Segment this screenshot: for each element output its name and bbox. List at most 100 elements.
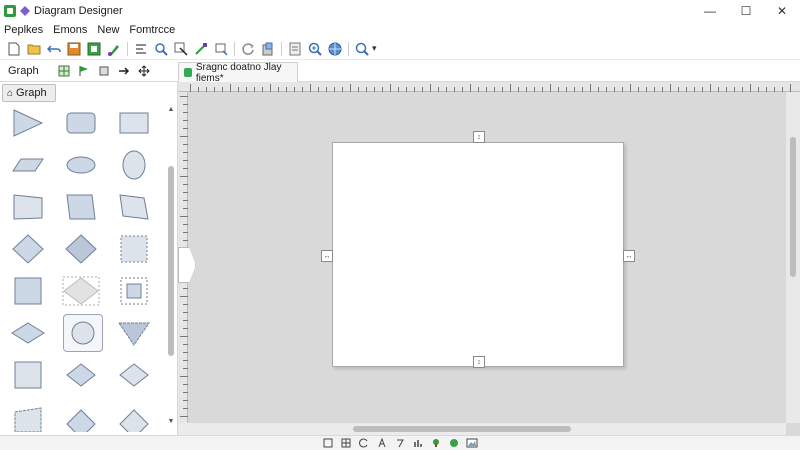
- shape-diamond[interactable]: [8, 230, 48, 268]
- image-icon[interactable]: [465, 437, 479, 449]
- table-icon[interactable]: [339, 437, 353, 449]
- shape-pentagon-partial[interactable]: [8, 398, 48, 434]
- rotate-icon[interactable]: [357, 437, 371, 449]
- save-icon[interactable]: [66, 41, 82, 57]
- ruler-tick: [662, 87, 663, 92]
- paint-icon[interactable]: [106, 41, 122, 57]
- zoom-in-icon[interactable]: [307, 41, 323, 57]
- shape-oval-vertical[interactable]: [114, 146, 154, 184]
- palette-scroll-thumb[interactable]: [168, 166, 174, 356]
- toolbar-separator: [281, 41, 282, 56]
- ruler-tick: [710, 84, 711, 92]
- resize-handle-bottom[interactable]: ↕: [473, 356, 485, 368]
- resize-handle-left[interactable]: ↔: [321, 250, 333, 262]
- minimize-button[interactable]: —: [692, 0, 728, 22]
- shape-square[interactable]: [8, 356, 48, 394]
- save-all-icon[interactable]: [86, 41, 102, 57]
- ruler-tick: [183, 120, 188, 121]
- ruler-tick: [702, 87, 703, 92]
- shape-diamond-partial-2[interactable]: [114, 398, 154, 434]
- horizontal-scroll-thumb[interactable]: [353, 426, 571, 432]
- shape-triangle-right[interactable]: [8, 104, 48, 142]
- shape-diamond-shaded[interactable]: [61, 230, 101, 268]
- menu-item-peplkes[interactable]: Peplkes: [0, 24, 49, 36]
- open-folder-icon[interactable]: [26, 41, 42, 57]
- resize-handle-right[interactable]: ↔: [623, 250, 635, 262]
- document-tab[interactable]: Sragnc doatno Jlay fiems*: [178, 62, 298, 84]
- shape-diamond-partial[interactable]: [61, 398, 101, 434]
- align-icon[interactable]: [133, 41, 149, 57]
- shape-trapezoid-right[interactable]: [114, 188, 154, 226]
- vertical-scrollbar[interactable]: [786, 92, 800, 423]
- clipboard-icon[interactable]: [260, 41, 276, 57]
- ruler-tick: [414, 87, 415, 92]
- arrow-right-icon[interactable]: [115, 63, 133, 79]
- palette-scrollbar[interactable]: ▲ ▼: [167, 106, 175, 426]
- shape-trapezoid-left[interactable]: [8, 188, 48, 226]
- select-arrow-icon[interactable]: [173, 41, 189, 57]
- menu-item-new[interactable]: New: [93, 24, 125, 36]
- ruler-tick: [366, 87, 367, 92]
- undo-icon[interactable]: [46, 41, 62, 57]
- shape-dashed-square-small[interactable]: [114, 272, 154, 310]
- resize-handle-top[interactable]: ↕: [473, 131, 485, 143]
- scroll-up-icon[interactable]: ▲: [167, 106, 175, 113]
- ruler-tick: [774, 87, 775, 92]
- menu-item-emons[interactable]: Emons: [49, 24, 93, 36]
- flag-icon[interactable]: [75, 63, 93, 79]
- text-icon[interactable]: [375, 437, 389, 449]
- layer-icon[interactable]: [447, 437, 461, 449]
- grid-icon[interactable]: [55, 63, 73, 79]
- maximize-button[interactable]: ☐: [728, 0, 764, 22]
- move-icon[interactable]: [135, 63, 153, 79]
- diagram-page[interactable]: ↕ ↔ ↔ ↕: [321, 131, 635, 368]
- link-icon[interactable]: [193, 41, 209, 57]
- shape-diamond-flat[interactable]: [8, 314, 48, 352]
- ruler-tick: [734, 87, 735, 92]
- menu-bar: Peplkes Emons New Fomtrcce: [0, 22, 800, 38]
- shape-triangle-down[interactable]: [114, 314, 154, 352]
- chevron-down-icon[interactable]: ▾: [372, 43, 377, 54]
- scroll-down-icon[interactable]: ▼: [167, 418, 175, 425]
- panel-title: Graph: [8, 64, 39, 77]
- page-icon[interactable]: [287, 41, 303, 57]
- ruler-tick: [558, 87, 559, 92]
- crop-icon[interactable]: [213, 41, 229, 57]
- shape-dashed-square[interactable]: [114, 230, 154, 268]
- zoom-dropdown-icon[interactable]: [354, 41, 370, 57]
- chart-icon[interactable]: [411, 437, 425, 449]
- ruler-tick: [742, 87, 743, 92]
- horizontal-scrollbar[interactable]: [178, 423, 786, 435]
- collapse-panel-handle[interactable]: [178, 247, 196, 283]
- ruler-tick: [398, 87, 399, 92]
- refresh-icon[interactable]: [240, 41, 256, 57]
- ruler-tick: [246, 87, 247, 92]
- shape-diamond-small-2[interactable]: [114, 356, 154, 394]
- menu-item-fomtrcce[interactable]: Fomtrcce: [125, 24, 181, 36]
- close-button[interactable]: ✕: [764, 0, 800, 22]
- globe-icon[interactable]: [327, 41, 343, 57]
- line-icon[interactable]: [393, 437, 407, 449]
- shape-square-shaded[interactable]: [8, 272, 48, 310]
- shape-rounded-rect[interactable]: [61, 104, 101, 142]
- stack-icon[interactable]: [95, 63, 113, 79]
- shape-rectangle[interactable]: [114, 104, 154, 142]
- palette-tab-graph[interactable]: ⌂ Graph: [2, 84, 56, 102]
- ruler-tick: [758, 87, 759, 92]
- new-file-icon[interactable]: [6, 41, 22, 57]
- ruler-tick: [183, 200, 188, 201]
- ruler-tick: [750, 84, 751, 92]
- page-icon[interactable]: [321, 437, 335, 449]
- shape-diamond-wide[interactable]: [61, 272, 101, 310]
- tree-icon[interactable]: [429, 437, 443, 449]
- diagram-canvas[interactable]: ↕ ↔ ↔ ↕: [178, 82, 800, 435]
- ruler-tick: [526, 87, 527, 92]
- shape-diamond-small[interactable]: [61, 356, 101, 394]
- search-icon[interactable]: [153, 41, 169, 57]
- shape-trapezoid[interactable]: [61, 188, 101, 226]
- shape-ellipse[interactable]: [61, 146, 101, 184]
- shape-parallelogram[interactable]: [8, 146, 48, 184]
- vertical-scroll-thumb[interactable]: [790, 137, 796, 277]
- ruler-tick: [462, 87, 463, 92]
- shape-circle-selected[interactable]: [63, 314, 103, 352]
